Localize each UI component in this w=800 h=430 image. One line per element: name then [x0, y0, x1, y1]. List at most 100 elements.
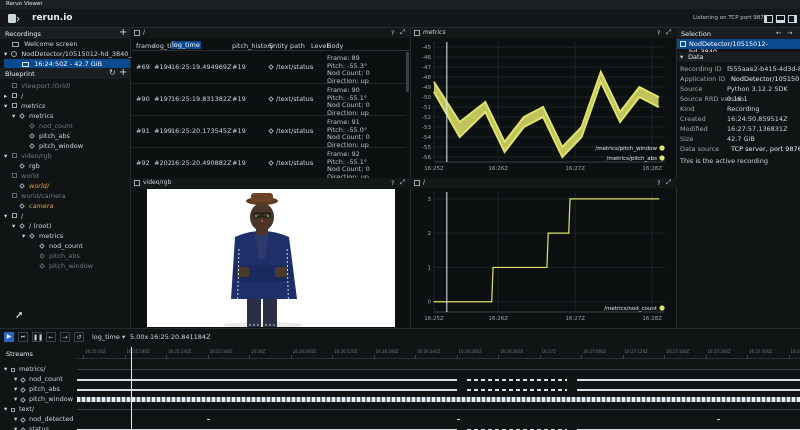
help-icon[interactable]: ?	[391, 179, 394, 187]
maximize-icon[interactable]: ⤢	[400, 28, 405, 37]
legend-label[interactable]: /metrics/pitch_abs	[607, 156, 658, 162]
stream-track[interactable]	[77, 395, 800, 405]
expand-chevron-icon[interactable]: ▾	[4, 365, 7, 373]
maximize-icon[interactable]: ⤢	[400, 178, 405, 187]
help-icon[interactable]: ?	[391, 29, 394, 37]
add-recording-icon[interactable]: +	[119, 27, 127, 38]
blueprint-item[interactable]: nod_count	[0, 121, 130, 131]
stream-row[interactable]: ▾ nod_detected	[0, 415, 77, 425]
stream-track[interactable]	[77, 385, 800, 395]
reset-blueprint-icon[interactable]: ↻	[109, 68, 116, 77]
stream-row[interactable]: ▾ status	[0, 425, 77, 430]
time-ruler[interactable]: 16:25:10Z 16:25:180Z 16:25:240Z 16:25:300Z 1…	[77, 349, 800, 359]
timeline-selector[interactable]: log_time ▾	[92, 333, 125, 341]
playback-speed[interactable]: 5.00x	[130, 333, 148, 341]
blueprint-item[interactable]: pitch_window	[0, 261, 130, 271]
table-row[interactable]: #92 #202 16:25:20.490882Z #19-/text/status F…	[132, 148, 406, 178]
app-name[interactable]: rerun.io	[32, 13, 72, 23]
expand-chevron-icon[interactable]: ▾	[4, 50, 7, 58]
forward-arrow-icon[interactable]: →	[787, 29, 792, 37]
collapse-chevron-icon[interactable]: ▾	[680, 53, 683, 61]
stream-row[interactable]: ▾ text/	[0, 405, 77, 415]
help-icon[interactable]: ?	[657, 179, 660, 187]
expand-chevron-icon[interactable]: ▾	[14, 375, 17, 383]
column-header[interactable]: Level	[311, 42, 328, 50]
legend-dot[interactable]	[659, 155, 665, 161]
blueprint-item[interactable]: ▾ / (root)	[0, 221, 130, 231]
toggle-left-panel-icon[interactable]	[764, 15, 773, 23]
legend-label[interactable]: /metrics/nod_count	[604, 306, 658, 312]
pause-button[interactable]: ❚❚	[32, 332, 43, 342]
expand-chevron-icon[interactable]: ▾	[14, 415, 17, 423]
blueprint-item[interactable]: ▾ /	[0, 211, 130, 221]
rerun-menu-button[interactable]	[7, 13, 20, 24]
recording-welcome[interactable]: Welcome screen	[0, 39, 130, 49]
blueprint-item[interactable]: world	[0, 171, 130, 181]
help-icon[interactable]: ?	[657, 29, 660, 37]
legend-dot[interactable]	[659, 145, 665, 151]
blueprint-item[interactable]: pitch_abs	[0, 131, 130, 141]
blueprint-item[interactable]: pitch_abs	[0, 251, 130, 261]
column-header[interactable]: pitch_history	[232, 42, 274, 50]
stream-row[interactable]: ▾ metrics/	[0, 365, 77, 375]
metrics-chart[interactable]: -45 -46 -47 -48 -49 -50 -51 -52 -53 -54 -55 -56 16:2…	[412, 38, 677, 178]
legend-label[interactable]: /metrics/pitch_window	[595, 146, 657, 152]
step-forward-button[interactable]: ⏭	[18, 332, 28, 342]
data-section-header[interactable]: ▾ Data	[677, 52, 800, 62]
expand-chevron-icon[interactable]: ▾	[4, 101, 7, 111]
maximize-icon[interactable]: ⤢	[666, 178, 671, 187]
column-header[interactable]: log_ti	[154, 42, 172, 50]
expand-chevron-icon[interactable]: ▾	[4, 405, 7, 413]
stream-row[interactable]: ▾ pitch_abs	[0, 385, 77, 395]
blueprint-item[interactable]: camera	[0, 201, 130, 211]
stream-track[interactable]	[77, 365, 800, 375]
column-header[interactable]: log_time	[171, 41, 201, 49]
blueprint-item[interactable]: ▸ /	[0, 91, 130, 101]
blueprint-item[interactable]: ▾ metrics	[0, 111, 130, 121]
column-header[interactable]: frame	[136, 42, 155, 50]
toggle-right-panel-icon[interactable]	[788, 15, 797, 23]
maximize-icon[interactable]: ⤢	[666, 28, 671, 37]
expand-chevron-icon[interactable]: ▾	[14, 425, 17, 430]
expand-chevron-icon[interactable]: ▾	[12, 221, 15, 231]
field-value[interactable]: TCP server, port 9876	[731, 145, 800, 153]
blueprint-item[interactable]: world/	[0, 181, 130, 191]
recording-app[interactable]: ▾ NodDetector/10515012-hd_3840_2160_...	[0, 49, 158, 59]
blueprint-item[interactable]: ▾ metrics	[0, 231, 130, 241]
blueprint-item[interactable]: rgb	[0, 161, 130, 171]
add-view-icon[interactable]: +	[119, 67, 127, 78]
selected-item[interactable]: NodDetector/10515012-hd_3840...	[677, 39, 800, 56]
expand-chevron-icon[interactable]: ▾	[4, 151, 7, 161]
stream-row[interactable]: ▾ pitch_window	[0, 395, 77, 405]
expand-chevron-icon[interactable]: ▾	[4, 211, 7, 221]
time-cursor[interactable]	[131, 347, 132, 430]
current-time[interactable]: 16:25:20.841184Z	[150, 333, 211, 341]
back-arrow-icon[interactable]: ←	[776, 29, 781, 37]
nod-chart[interactable]: 3 2 1 0 16:25Z 16:26Z 16:27Z 16:28Z/metrics/nod…	[412, 188, 677, 328]
blueprint-item[interactable]: world/camera	[0, 191, 130, 201]
play-button[interactable]: ▶	[4, 332, 14, 342]
loop-button[interactable]: ↺	[74, 332, 84, 342]
table-row[interactable]: #91 #199 16:25:20.173545Z #19-/text/status F…	[132, 116, 406, 149]
legend-dot[interactable]	[659, 305, 665, 311]
step-back-button[interactable]: ←	[46, 332, 56, 342]
video-frame[interactable]	[147, 189, 395, 327]
stream-track[interactable]	[77, 405, 800, 415]
column-header[interactable]: Entity path	[269, 42, 305, 50]
table-row[interactable]: #90 #197 16:25:19.831382Z #19-/text/status F…	[132, 84, 406, 117]
column-header[interactable]: Body	[327, 42, 343, 50]
stream-track[interactable]	[77, 425, 800, 430]
blueprint-item[interactable]: nod_count	[0, 241, 130, 251]
collapsed-chevron-icon[interactable]: ▸	[4, 91, 7, 101]
field-value[interactable]: NodDetector/10515012-h...	[731, 75, 800, 83]
stream-track[interactable]	[77, 375, 800, 385]
scrollbar[interactable]	[406, 52, 409, 92]
expand-chevron-icon[interactable]: ▾	[22, 231, 25, 241]
blueprint-item[interactable]: pitch_window	[0, 141, 130, 151]
stream-row[interactable]: ▾ nod_count	[0, 375, 77, 385]
toggle-bottom-panel-icon[interactable]	[776, 15, 785, 23]
expand-chevron-icon[interactable]: ▾	[12, 111, 15, 121]
blueprint-item[interactable]: ▾ video/rgb	[0, 151, 130, 161]
expand-chevron-icon[interactable]: ▾	[14, 385, 17, 393]
blueprint-item[interactable]: ▾ metrics	[0, 101, 130, 111]
